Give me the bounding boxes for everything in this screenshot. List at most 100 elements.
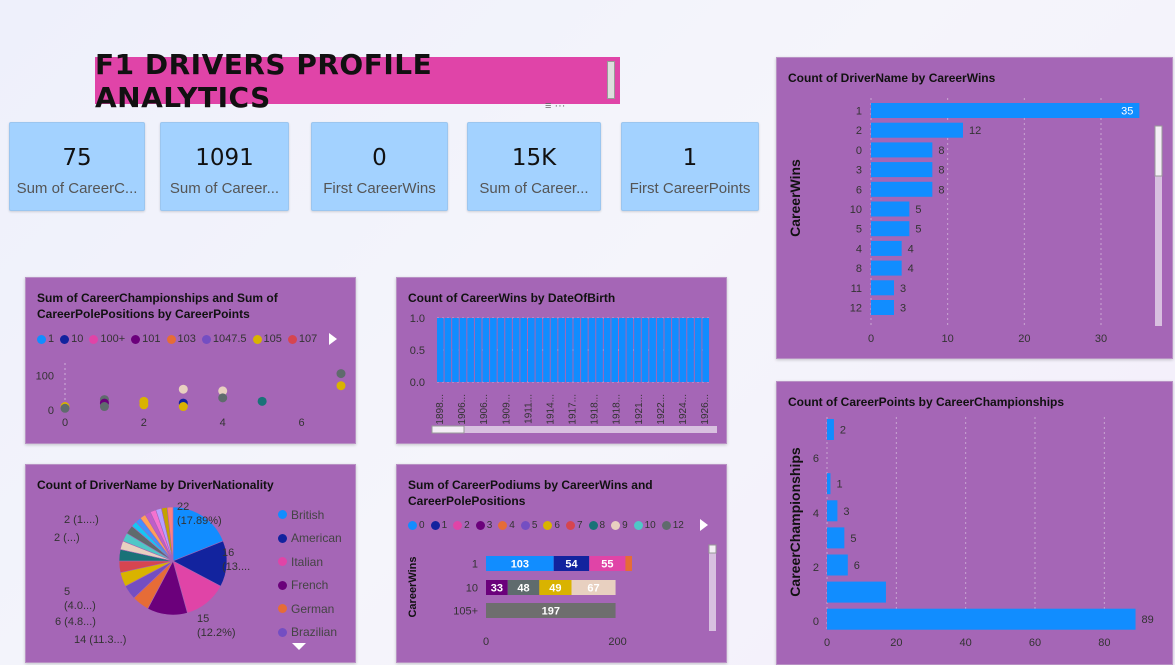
pie-chart-panel[interactable]: Count of DriverName by DriverNationality… <box>25 464 356 663</box>
bar <box>444 318 452 382</box>
page-title: F1 DRIVERS PROFILE ANALYTICS <box>95 47 433 114</box>
data-label: 4 <box>908 243 914 255</box>
bar <box>664 318 672 382</box>
x-tick-label: 80 <box>1098 637 1110 649</box>
data-label: 5 <box>64 586 70 598</box>
x-tick-label: 1918... <box>590 394 601 425</box>
kpi-card-4[interactable]: 15K Sum of Career... <box>467 122 601 211</box>
y-tick-label: 12 <box>850 303 862 315</box>
bar <box>702 318 709 382</box>
kpi-card-3[interactable]: 0 First CareerWins <box>311 122 448 211</box>
stacked-bar-chart: 0 200 CareerWins 1 103 54 55 10 33 48 49 67 105+ 197 <box>407 544 717 648</box>
kpi-label: Sum of Career... <box>169 180 280 197</box>
legend-label: American <box>291 531 342 546</box>
bar <box>871 201 910 217</box>
x-tick-label: 4 <box>220 417 226 429</box>
bar <box>871 260 902 276</box>
x-tick-label: 0 <box>868 333 874 345</box>
scatter-point <box>178 402 188 412</box>
x-tick-label: 1911... <box>523 394 534 424</box>
scroll-handle[interactable] <box>607 61 615 99</box>
kpi-label: Sum of CareerC... <box>16 180 138 197</box>
careerwins-bar-panel[interactable]: Count of DriverName by CareerWins 0 10 20 3… <box>776 57 1173 359</box>
bar <box>611 318 618 382</box>
data-label: 2 (...) <box>54 532 80 544</box>
x-tick-label: 1914... <box>545 394 556 425</box>
bar <box>482 318 490 382</box>
scrollbar-thumb <box>431 425 465 434</box>
scrollbar-thumb <box>1154 125 1163 177</box>
x-tick-label: 2 <box>141 417 147 429</box>
data-label: 8 <box>938 145 944 157</box>
bar <box>871 221 910 237</box>
pie-legend-item[interactable]: German <box>278 597 342 621</box>
y-tick-label: 0.0 <box>410 377 425 389</box>
pie-legend-item[interactable]: Brazilian <box>278 621 342 645</box>
y-tick-label: 11 <box>851 283 862 295</box>
legend-dot-icon <box>278 580 287 590</box>
data-label: 8 <box>938 184 944 196</box>
x-tick-label: 200 <box>608 636 626 648</box>
data-label: 8 <box>938 165 944 177</box>
data-label: 3 <box>843 506 849 518</box>
data-label: 15 <box>197 613 209 625</box>
y-tick-label: 8 <box>856 263 862 275</box>
kpi-label: First CareerWins <box>323 180 436 197</box>
pie-legend-item[interactable]: American <box>278 527 342 551</box>
bar <box>467 318 474 382</box>
championships-bar-panel[interactable]: Count of CareerPoints by CareerChampions… <box>776 381 1173 665</box>
y-tick-label: 2 <box>813 562 819 574</box>
bar <box>573 318 581 382</box>
x-tick-label: 1926... <box>700 394 711 425</box>
y-tick-label: 0 <box>48 405 54 417</box>
y-axis-title: CareerWins <box>407 556 419 617</box>
datebar-chart-panel[interactable]: Count of CareerWins by DateOfBirth 1.0 0.… <box>396 277 727 444</box>
scrollbar-track <box>432 426 717 433</box>
data-label: 16 <box>222 547 234 559</box>
y-tick-label: 6 <box>856 184 862 196</box>
bar <box>871 103 1140 118</box>
y-tick-label: 4 <box>813 508 819 520</box>
x-tick-label: 40 <box>960 637 972 649</box>
bar <box>641 318 649 382</box>
data-label: 3 <box>900 283 906 295</box>
pie-legend-item[interactable]: French <box>278 574 342 598</box>
pie-legend-item[interactable]: British <box>278 503 342 527</box>
bar <box>687 318 694 382</box>
bar <box>827 608 1136 630</box>
legend-dot-icon <box>278 627 287 637</box>
y-tick-label: 1 <box>856 106 862 118</box>
pie-legend[interactable]: British American Italian French German Brazil… <box>278 503 342 644</box>
more-options-icon[interactable]: ≡ ··· <box>545 100 565 112</box>
scatter-point <box>257 396 267 406</box>
y-tick-label: 3 <box>856 165 862 177</box>
legend-label: British <box>291 507 325 522</box>
bar <box>871 300 894 315</box>
data-label: 3 <box>900 303 906 315</box>
scatter-point <box>99 402 109 412</box>
x-tick-label: 20 <box>1018 333 1030 345</box>
scatter-chart: 0 2 4 6 100 0 <box>36 363 346 429</box>
legend-label: German <box>291 601 335 616</box>
bar <box>649 318 656 382</box>
x-tick-label: 0 <box>824 637 830 649</box>
pie-legend-item[interactable]: Italian <box>278 550 342 574</box>
kpi-card-5[interactable]: 1 First CareerPoints <box>621 122 759 211</box>
bar <box>871 122 963 138</box>
bar <box>672 318 679 382</box>
dashboard-title-banner[interactable]: F1 DRIVERS PROFILE ANALYTICS <box>95 48 620 114</box>
scatter-chart-panel[interactable]: Sum of CareerChampionships and Sum of Ca… <box>25 277 356 444</box>
y-tick-label: 5 <box>856 224 862 236</box>
kpi-card-2[interactable]: 1091 Sum of Career... <box>160 122 289 211</box>
bar <box>581 318 588 382</box>
bar <box>596 318 603 382</box>
kpi-card-1[interactable]: 75 Sum of CareerC... <box>9 122 145 211</box>
legend-scroll-down-icon[interactable] <box>292 643 306 650</box>
x-tick-label: 10 <box>942 333 954 345</box>
kpi-value: 75 <box>62 145 92 171</box>
data-label: 5 <box>915 204 921 216</box>
x-tick-label: 20 <box>890 637 902 649</box>
scrollbar-thumb <box>708 544 717 554</box>
data-label: 35 <box>1121 106 1133 118</box>
stacked-bar-panel[interactable]: Sum of CareerPodiums by CareerWins and C… <box>396 464 727 663</box>
